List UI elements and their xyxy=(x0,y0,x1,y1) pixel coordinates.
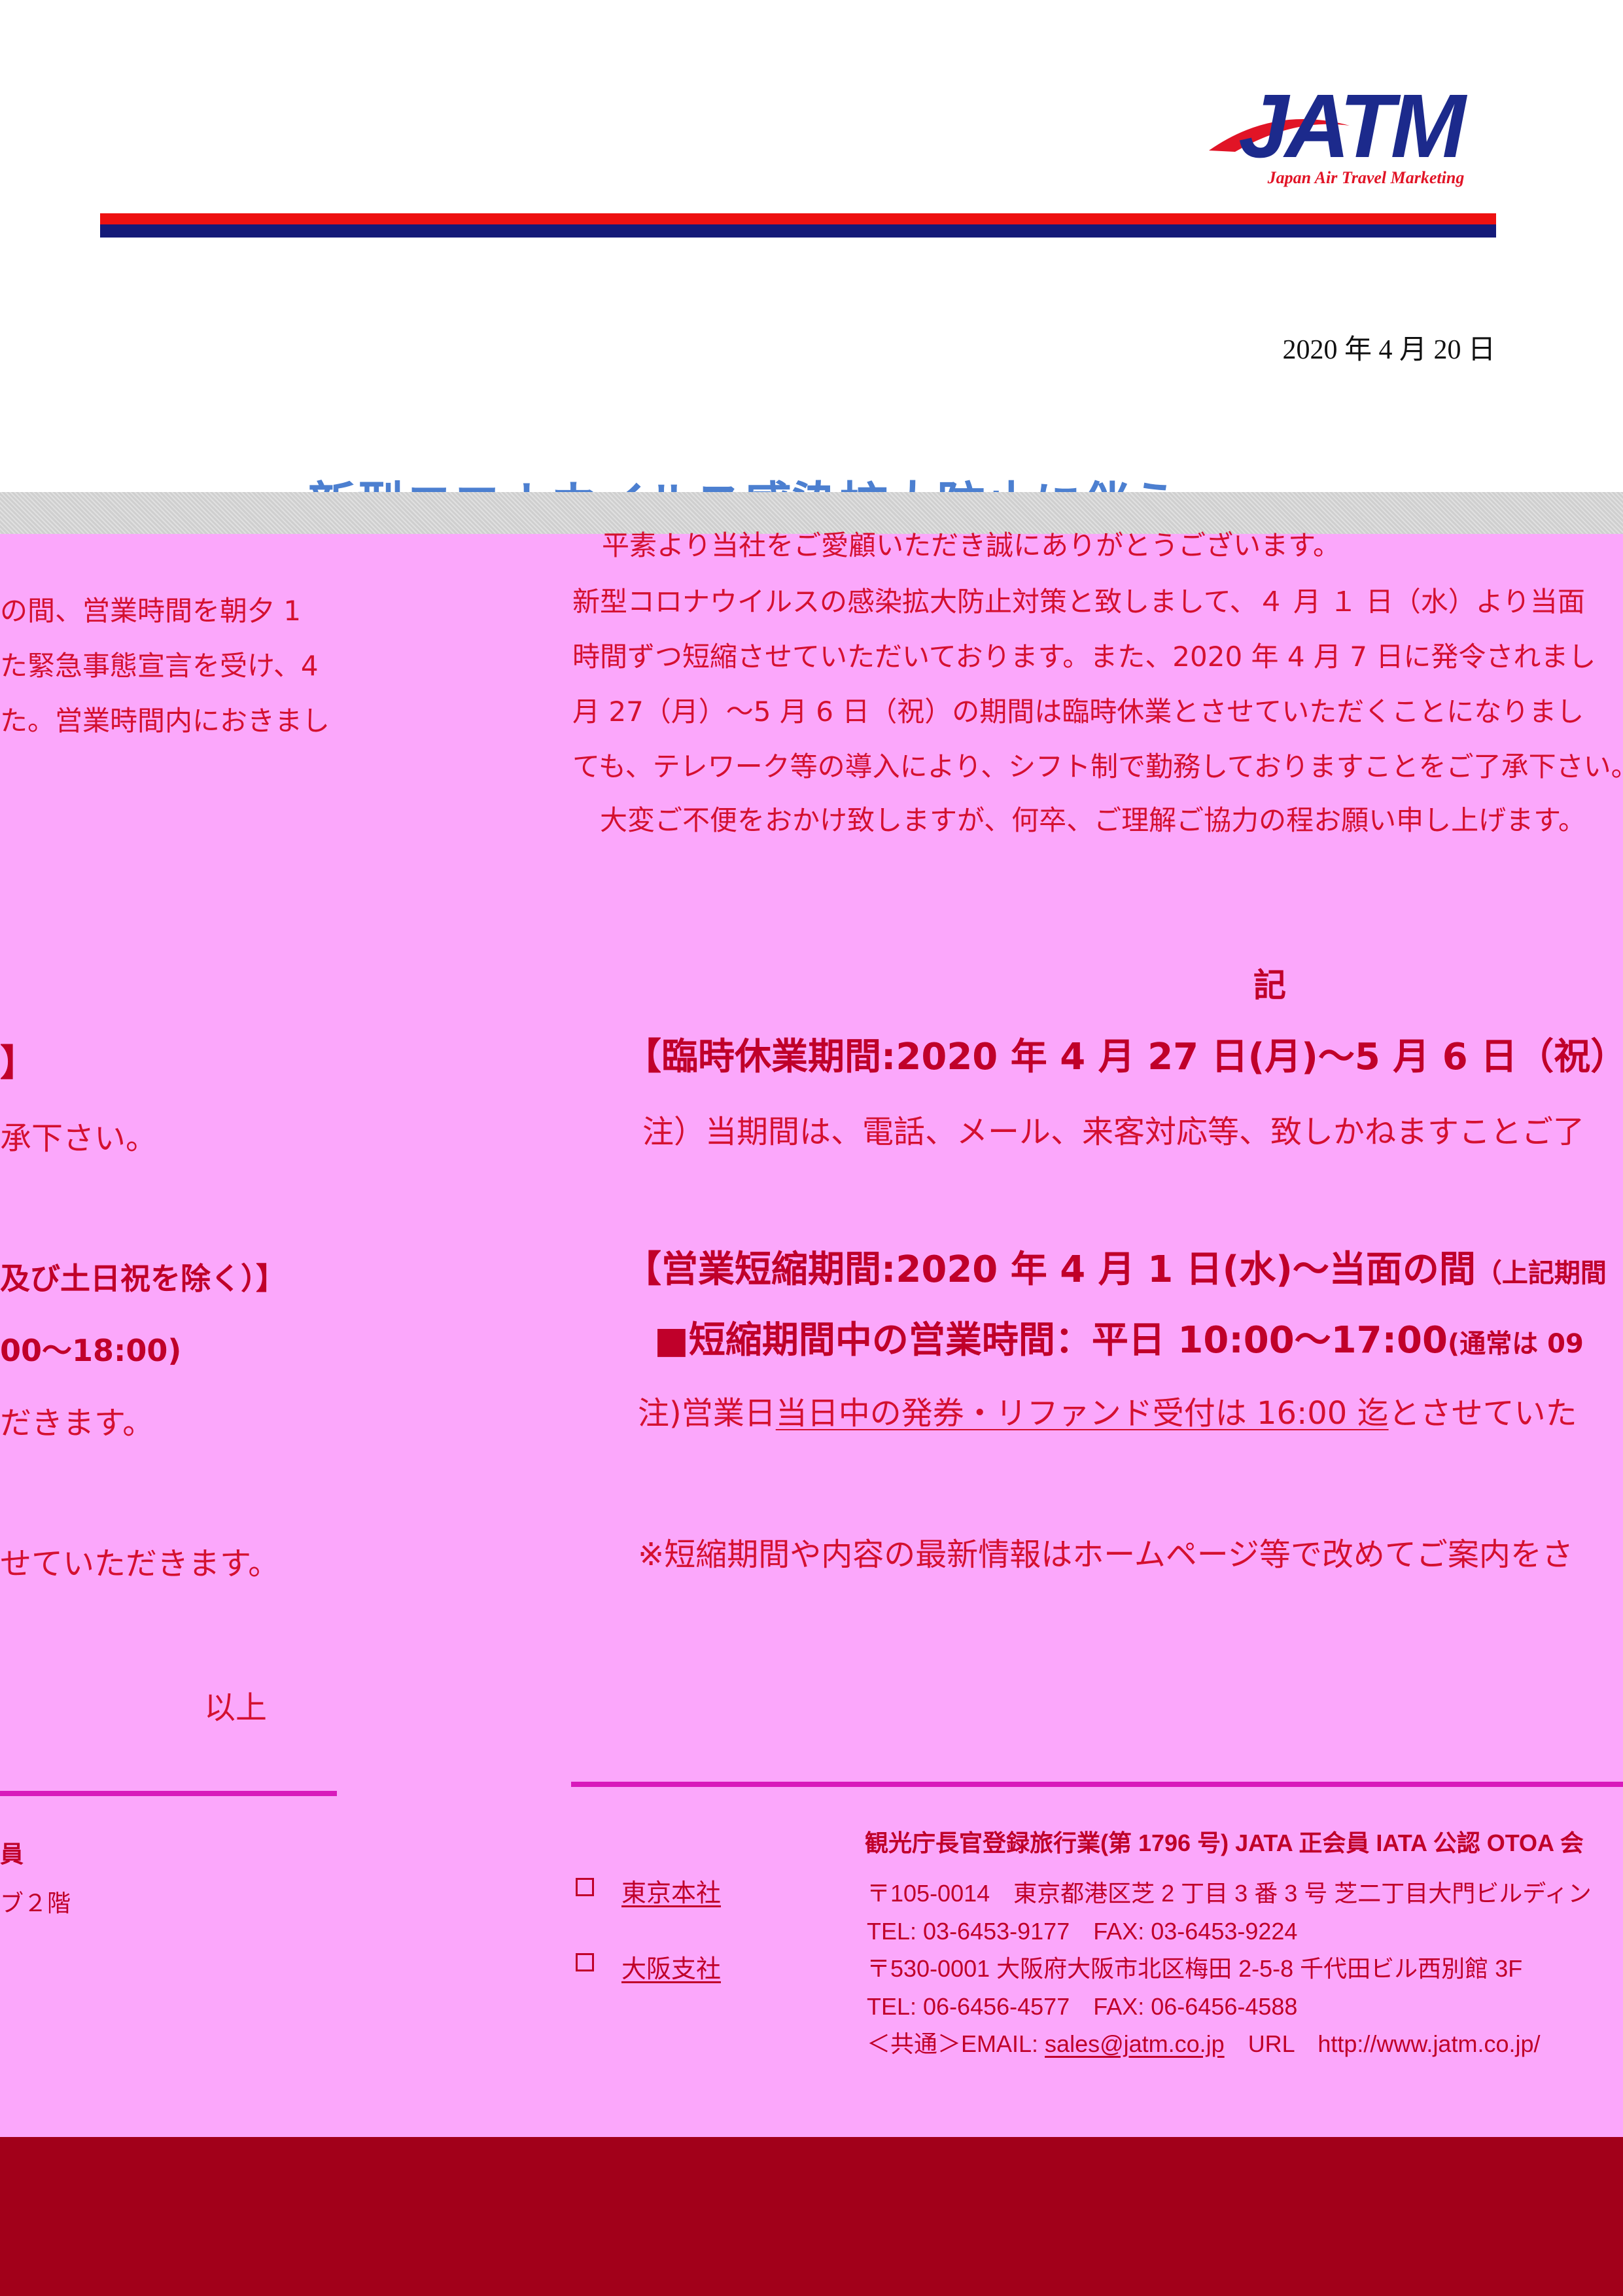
title-clip: 新型コロナウイルス感染拡大防止に伴う xyxy=(307,466,1302,495)
tokyo-office-label: 東京本社 xyxy=(621,1880,722,1907)
body-line-3: 月 27（月）～5 月 6 日（祝）の期間は臨時休業とさせていただくことになりま… xyxy=(572,696,1584,728)
left-floor-fragment: ブ２階 xyxy=(0,1890,71,1916)
document-title: 新型コロナウイルス感染拡大防止に伴う xyxy=(307,466,1179,495)
short-hours-title: ■短縮期間中の営業時間：平日 10:00～17:00(通常は 09 xyxy=(654,1311,1584,1364)
left-fragment-1: の間、営業時間を朝夕 1 xyxy=(0,595,302,627)
left-fragment-3: た。営業時間内におきまし xyxy=(0,705,330,737)
tokyo-bullet-box xyxy=(576,1878,594,1896)
osaka-phone-fax: TEL: 06-6456-4577 FAX: 06-6456-4588 xyxy=(867,1993,1298,2020)
short-hours-main: ■短縮期間中の営業時間：平日 10:00～17:00 xyxy=(654,1319,1448,1362)
ticketing-note-suffix: とさせていた xyxy=(1388,1395,1577,1432)
footer-rule-right xyxy=(571,1782,1623,1787)
short-hours-period-title: 【営業短縮期間:2020 年 4 月 1 日(水)～当面の間（上記期間 xyxy=(625,1240,1607,1293)
info-note: ※短縮期間や内容の最新情報はホームページ等で改めてご案内をさ xyxy=(638,1536,1573,1573)
greeting-partial: 平素より当社をご愛顧いただき誠にありがとうございます。 xyxy=(602,529,1340,558)
footer-rule-left xyxy=(0,1791,337,1796)
license-left-fragment: 員 xyxy=(0,1841,24,1867)
osaka-address: 〒530-0001 大阪府大阪市北区梅田 2-5-8 千代田ビル西別館 3F xyxy=(867,1955,1523,1982)
contact-line: ＜共通＞EMAIL: sales@jatm.co.jp URL http://w… xyxy=(867,2025,1541,2059)
license-line: 観光庁長官登録旅行業(第 1796 号) JATA 正会員 IATA 公認 OT… xyxy=(865,1829,1584,1856)
email-prefix: ＜共通＞EMAIL: xyxy=(867,2030,1045,2057)
short-left-tail: 及び土日祝を除く）】 xyxy=(0,1261,286,1296)
closure-note: 注）当期間は、電話、メール、来客対応等、致しかねますことご了 xyxy=(642,1114,1585,1150)
closure-period-title: 【臨時休業期間:2020 年 4 月 27 日(月)～5 月 6 日（祝） xyxy=(625,1036,1623,1078)
logo-wordmark: JATM xyxy=(1238,79,1467,177)
osaka-bullet-box xyxy=(576,1953,594,1971)
short-period-main: 【営業短縮期間:2020 年 4 月 1 日(水)～当面の間 xyxy=(625,1248,1476,1291)
tokyo-address: 〒105-0014 東京都港区芝 2 丁目 3 番 3 号 芝二丁目大門ビルディ… xyxy=(867,1880,1592,1907)
ticketing-left-tail: だきます。 xyxy=(0,1405,154,1441)
header-rule-red xyxy=(100,213,1496,224)
document-date: 2020 年 4 月 20 日 xyxy=(1282,335,1495,365)
body-line-4: ても、テレワーク等の導入により、シフト制で勤務しておりますことをご了承下さい。 xyxy=(572,751,1623,783)
ticketing-note-prefix: 注)営業日 xyxy=(638,1395,776,1432)
url-link[interactable]: http://www.jatm.co.jp/ xyxy=(1318,2030,1540,2057)
body-line-2: 時間ずつ短縮させていただいております。また、2020 年 4 月 7 日に発令さ… xyxy=(572,641,1596,673)
short-period-small: （上記期間 xyxy=(1475,1258,1607,1288)
short-hours-small: (通常は 09 xyxy=(1447,1329,1584,1359)
body-line-1: 新型コロナウイルスの感染拡大防止対策と致しまして、４ 月 １ 日（水）より当面 xyxy=(572,586,1585,618)
header-rule-navy xyxy=(100,224,1496,238)
info-left-tail: せていただきます。 xyxy=(0,1545,280,1582)
ticketing-note-underlined: 当日中の発券・リファンド受付は 16:00 迄 xyxy=(775,1395,1389,1432)
closure-left-bracket: 】 xyxy=(0,1042,37,1085)
ticketing-note: 注)営業日当日中の発券・リファンド受付は 16:00 迄とさせていた xyxy=(638,1387,1577,1433)
url-label: URL xyxy=(1224,2030,1318,2057)
osaka-office-label: 大阪支社 xyxy=(621,1956,722,1983)
dark-red-footer-block xyxy=(0,2137,1623,2296)
ki-heading: 記 xyxy=(1253,966,1286,1004)
closure-left-tail: 承下さい。 xyxy=(0,1120,158,1157)
ijo-closing: 以上 xyxy=(204,1689,268,1726)
body-line-5: 大変ご不便をおかけ致しますが、何卒、ご理解ご協力の程お願い申し上げます。 xyxy=(572,804,1586,836)
short-hours-left-tail: 00～18:00) xyxy=(0,1333,182,1368)
jatm-logo: JATM Japan Air Travel Marketing xyxy=(1209,79,1472,187)
email-link[interactable]: sales@jatm.co.jp xyxy=(1045,2030,1225,2057)
logo-tagline: Japan Air Travel Marketing xyxy=(1267,168,1465,187)
tokyo-phone-fax: TEL: 03-6453-9177 FAX: 03-6453-9224 xyxy=(867,1918,1298,1945)
left-fragment-2: た緊急事態宣言を受け、4 xyxy=(0,650,319,682)
